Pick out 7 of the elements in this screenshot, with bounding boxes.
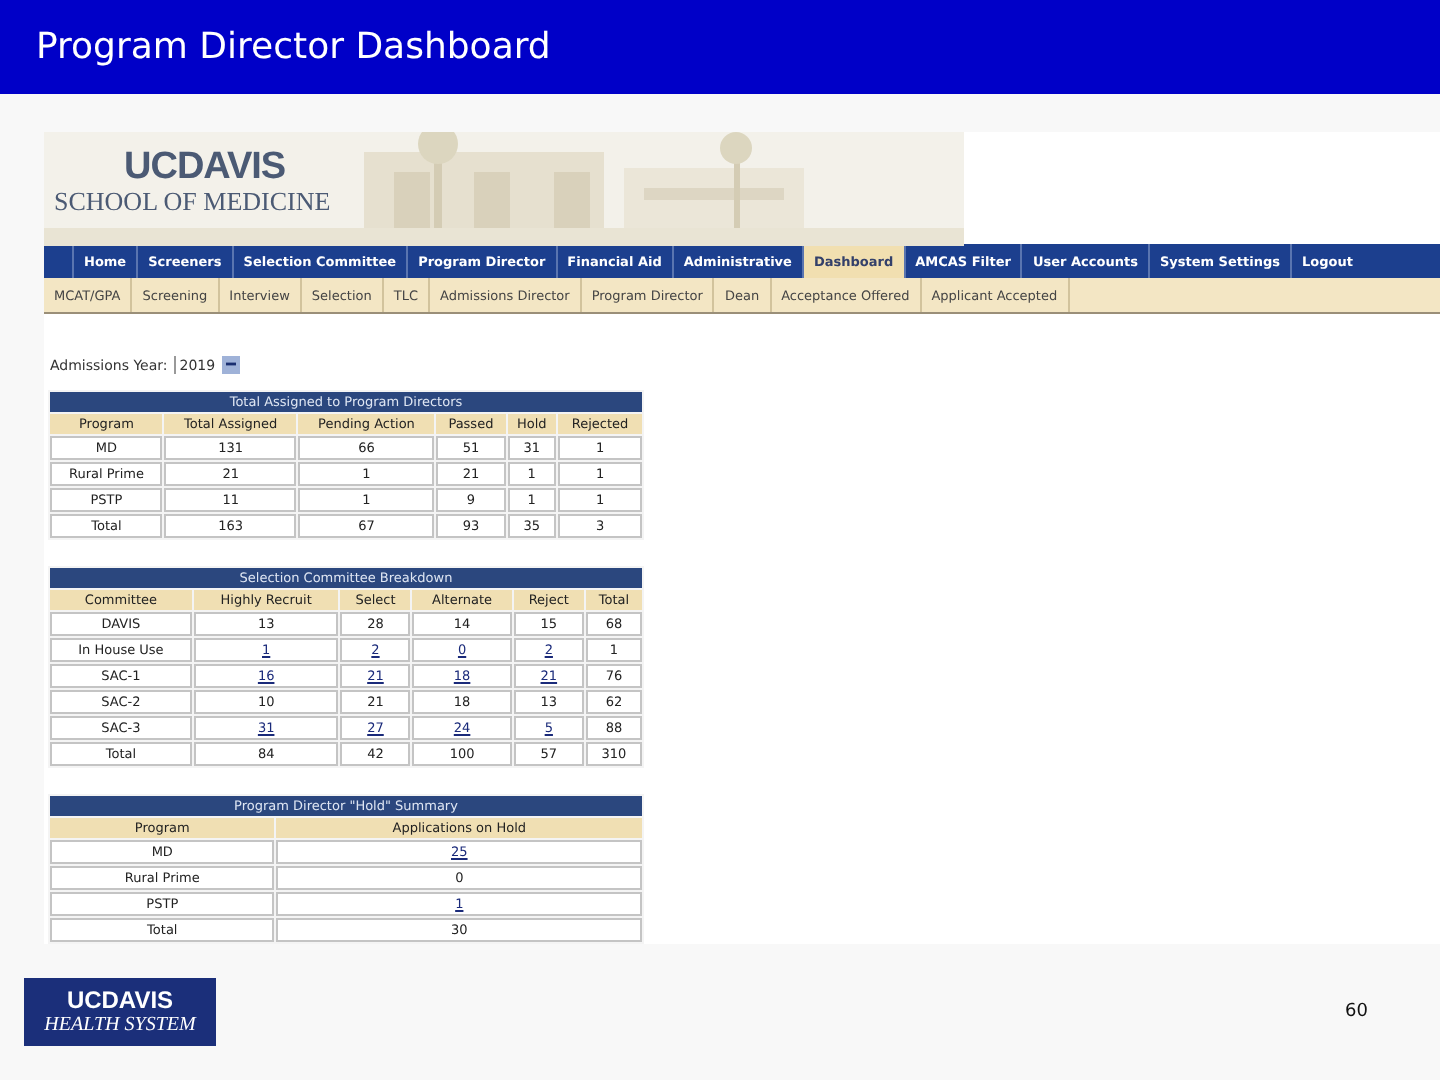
slide-title: Program Director Dashboard [36,26,551,68]
logo-text: UCDAVIS [124,148,288,188]
page-number: 60 [1345,1002,1368,1022]
footer-logo-text: UCDAVIS [66,987,174,1013]
footer-logo-subtitle: HEALTH SYSTEM [44,1013,196,1037]
logo-subtitle: SCHOOL OF MEDICINE [54,188,331,216]
dropdown-icon [221,356,240,374]
